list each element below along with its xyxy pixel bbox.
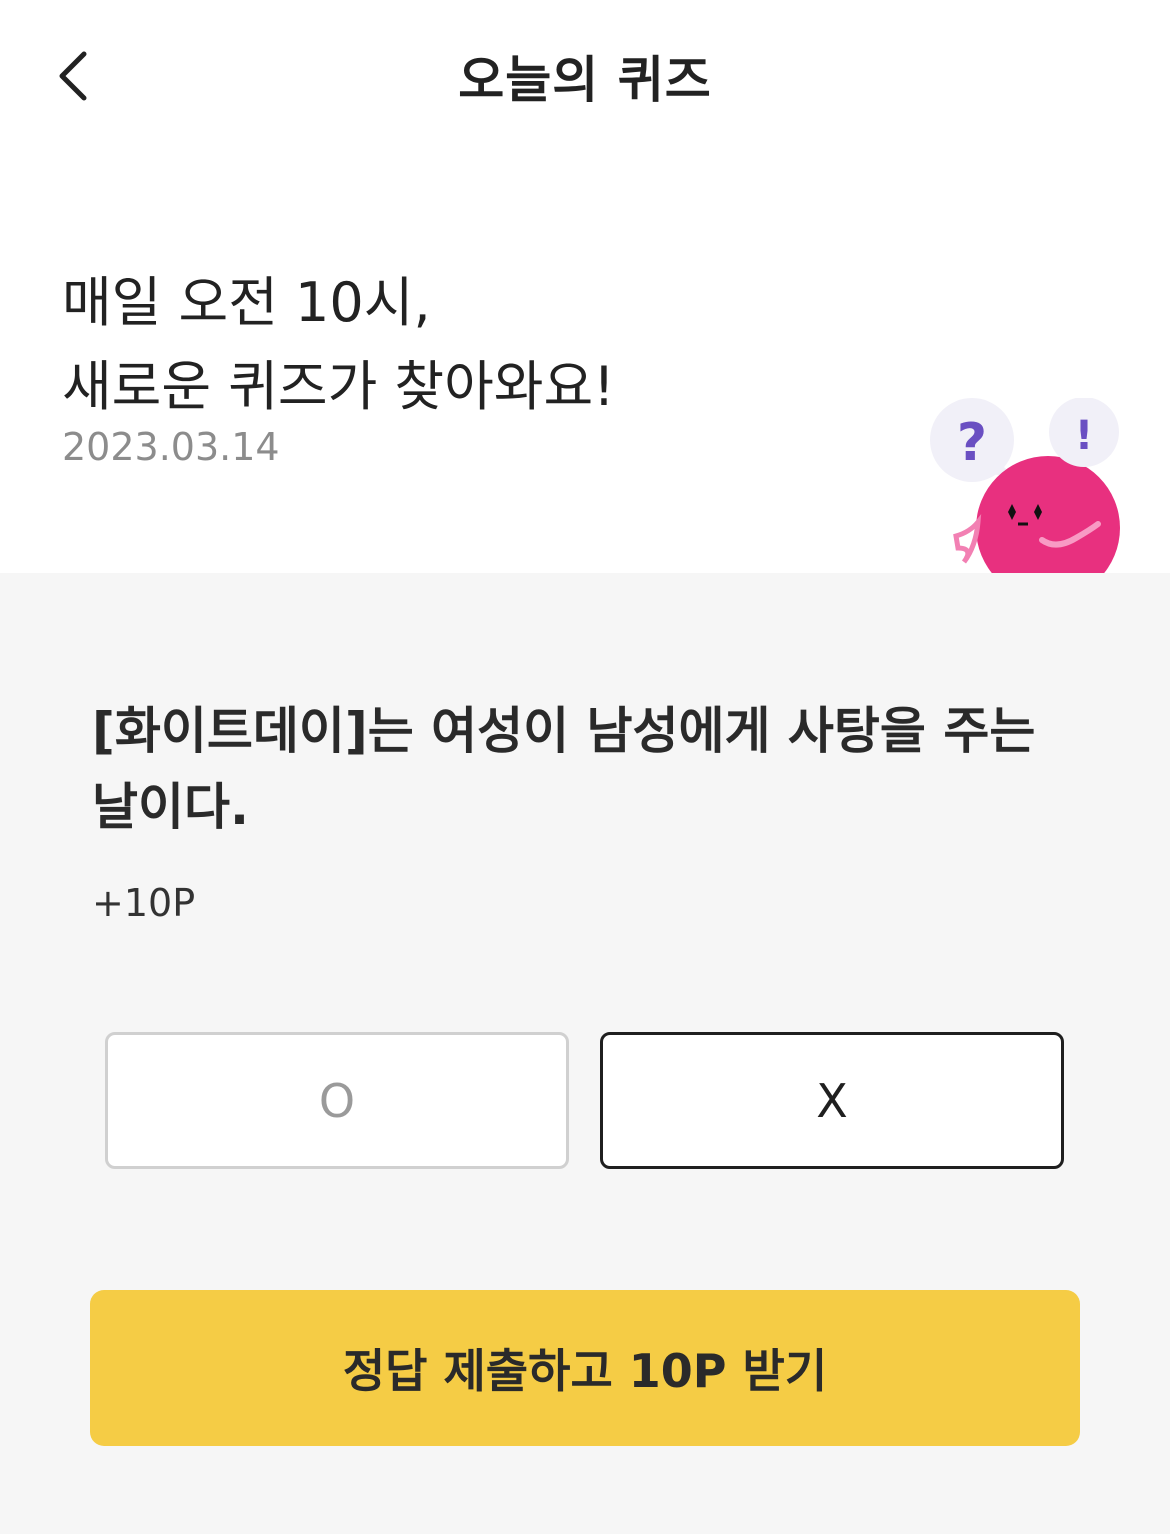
intro-line-2: 새로운 퀴즈가 찾아와요! — [62, 355, 615, 418]
intro-line-1: 매일 오전 10시, — [62, 271, 431, 334]
quiz-date: 2023.03.14 — [62, 425, 280, 469]
intro-section: 매일 오전 10시, 새로운 퀴즈가 찾아와요! 2023.03.14 ? ! — [0, 150, 1170, 573]
svg-text:!: ! — [1075, 413, 1093, 459]
quiz-section: [화이트데이]는 여성이 남성에게 사탕을 주는 날이다. +10P O X 정… — [0, 573, 1170, 1534]
page-title: 오늘의 퀴즈 — [458, 51, 712, 109]
exclaim-bubble-icon: ! — [1049, 398, 1119, 467]
quiz-question: [화이트데이]는 여성이 남성에게 사탕을 주는 날이다. — [92, 702, 1036, 836]
header: 오늘의 퀴즈 — [0, 0, 1170, 150]
submit-answer-button[interactable]: 정답 제출하고 10P 받기 — [90, 1290, 1080, 1446]
mascot-illustration: ? ! — [930, 398, 1120, 573]
answer-o-button[interactable]: O — [105, 1032, 569, 1169]
answer-x-button[interactable]: X — [600, 1032, 1064, 1169]
svg-text:?: ? — [957, 413, 987, 473]
quiz-page: 오늘의 퀴즈 매일 오전 10시, 새로운 퀴즈가 찾아와요! 2023.03.… — [0, 0, 1170, 1534]
question-bubble-icon: ? — [930, 398, 1018, 482]
points-label: +10P — [92, 881, 196, 925]
